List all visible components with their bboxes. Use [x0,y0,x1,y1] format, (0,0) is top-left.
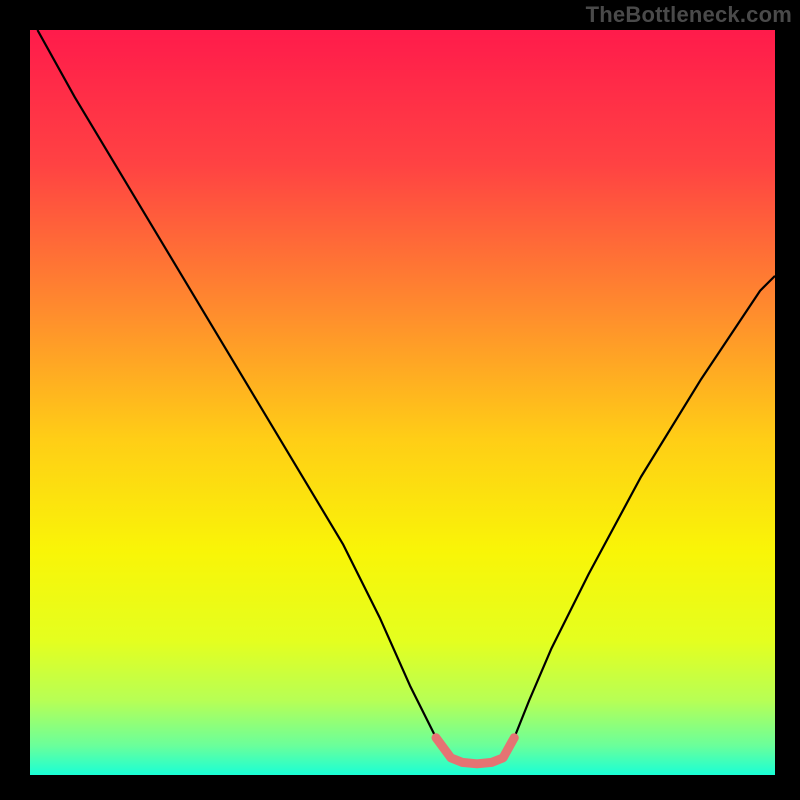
watermark-text: TheBottleneck.com [586,2,792,28]
chart-frame: TheBottleneck.com [0,0,800,800]
gradient-background [30,30,775,775]
bottleneck-chart [30,30,775,775]
